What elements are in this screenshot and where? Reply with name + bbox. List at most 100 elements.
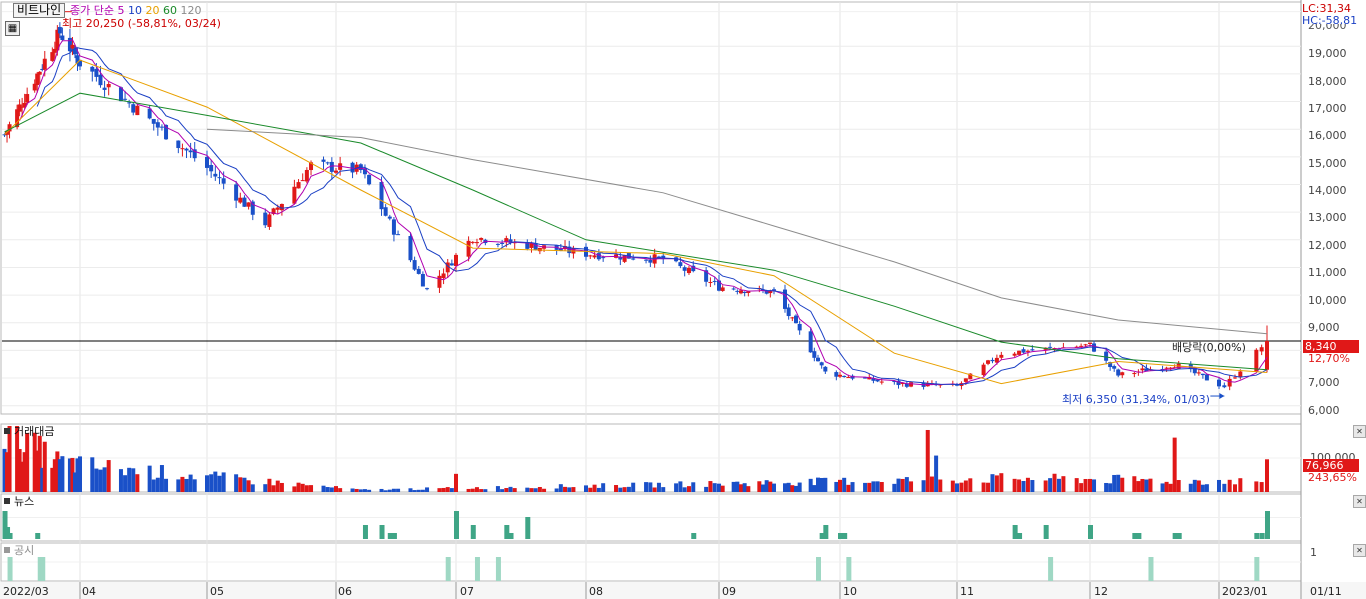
volume-bar — [925, 429, 930, 492]
volume-bar — [764, 480, 769, 492]
x-label-07: 07 — [460, 585, 474, 598]
volume-bar — [387, 489, 392, 492]
volume-bar — [1238, 478, 1243, 492]
volume-bar — [42, 441, 47, 492]
volume-bar — [584, 485, 588, 492]
news-bar — [1088, 525, 1093, 539]
x-label-10: 10 — [843, 585, 857, 598]
volume-bar — [205, 475, 209, 492]
volume-bar — [1030, 480, 1035, 492]
candle-body — [296, 182, 301, 189]
volume-bar — [797, 482, 802, 492]
news-bar — [1259, 533, 1265, 539]
candle-body — [1030, 349, 1035, 351]
volume-bar — [661, 487, 666, 492]
disclosure-tick: 1 — [1310, 546, 1317, 559]
x-label-12: 12 — [1094, 585, 1108, 598]
volume-bar — [533, 488, 538, 492]
volume-bar — [614, 485, 619, 492]
candle-body — [1217, 379, 1221, 387]
news-panel-close-button[interactable]: ✕ — [1353, 495, 1366, 508]
x-axis-band — [0, 582, 1366, 599]
candle-body — [135, 105, 140, 116]
volume-bar — [184, 478, 189, 492]
candle-body — [1265, 341, 1269, 370]
candle-body — [1164, 367, 1169, 369]
volume-bar — [267, 478, 272, 492]
volume-panel-close-button[interactable]: ✕ — [1353, 425, 1366, 438]
volume-bar — [981, 482, 986, 492]
candle-body — [180, 148, 185, 150]
dividend-annotation: 배당락(0,00%) — [1172, 341, 1246, 354]
x-label-01-11: 01/11 — [1310, 585, 1342, 598]
candle-body — [731, 288, 736, 290]
low-annotation: 최저 6,350 (31,34%, 01/03) — [1062, 393, 1210, 406]
candle-body — [812, 351, 817, 358]
disclosure-bar — [816, 557, 821, 581]
volume-bar — [1112, 474, 1117, 492]
y-tick-12000: 12,000 — [1308, 239, 1347, 252]
volume-bar — [571, 487, 576, 492]
disclosure-panel-close-button[interactable]: ✕ — [1353, 544, 1366, 557]
disclosure-bar — [1254, 557, 1260, 581]
volume-bar — [537, 486, 542, 492]
candle-body — [420, 273, 425, 287]
y-tick-10000: 10,000 — [1308, 294, 1347, 307]
volume-bar — [454, 473, 458, 492]
candle-body — [155, 122, 160, 128]
volume-bar — [512, 488, 517, 492]
volume-bar — [449, 488, 454, 492]
volume-bar — [990, 474, 995, 492]
volume-bar — [209, 474, 214, 492]
volume-bar — [354, 488, 359, 492]
volume-bar — [596, 487, 601, 492]
candle-body — [1238, 371, 1243, 378]
candle-body — [334, 170, 338, 173]
volume-bar — [1132, 476, 1137, 492]
volume-bar — [151, 479, 156, 492]
volume-bar — [875, 481, 880, 492]
candle-body — [720, 287, 725, 291]
disclosure-panel-title: 공시 — [14, 544, 35, 557]
volume-bar — [483, 489, 488, 492]
volume-bar — [904, 477, 909, 492]
volume-bar — [391, 488, 396, 492]
volume-bar — [474, 487, 479, 492]
volume-bar — [652, 487, 657, 492]
volume-bar — [1254, 481, 1259, 492]
candle-body — [466, 240, 471, 257]
volume-bar — [909, 481, 914, 492]
volume-bar — [102, 467, 107, 492]
chart-background — [0, 0, 1366, 599]
candle-body — [1204, 374, 1209, 381]
volume-bar — [1168, 483, 1173, 492]
volume-bar — [1172, 437, 1177, 492]
volume-bar — [529, 488, 534, 492]
volume-bar — [816, 477, 820, 492]
indicator-legend[interactable]: 종가 단순 5 10 20 60 120 — [70, 4, 201, 17]
grid-icon[interactable]: ▦ — [5, 21, 20, 36]
stock-name-label[interactable]: 비트나인 — [13, 3, 66, 18]
volume-bar — [618, 487, 623, 492]
volume-bar — [1108, 483, 1113, 492]
volume-bar — [950, 480, 955, 492]
volume-bar — [1265, 459, 1269, 492]
news-bar — [1265, 511, 1270, 539]
volume-bar — [279, 482, 284, 492]
volume-bar — [367, 489, 372, 492]
volume-bar — [1140, 478, 1145, 492]
candle-body — [184, 148, 189, 151]
volume-bar — [968, 478, 973, 492]
candle-body — [159, 126, 164, 128]
volume-bar — [761, 484, 765, 492]
candle-body — [209, 164, 214, 172]
volume-bar — [1164, 481, 1169, 492]
candle-body — [90, 66, 95, 72]
volume-bar — [819, 477, 824, 492]
volume-bar — [1136, 481, 1141, 492]
candle-body — [1200, 373, 1205, 376]
volume-bar — [479, 489, 484, 492]
candle-body — [735, 290, 740, 292]
volume-bar — [834, 481, 839, 492]
candle-body — [131, 104, 136, 113]
